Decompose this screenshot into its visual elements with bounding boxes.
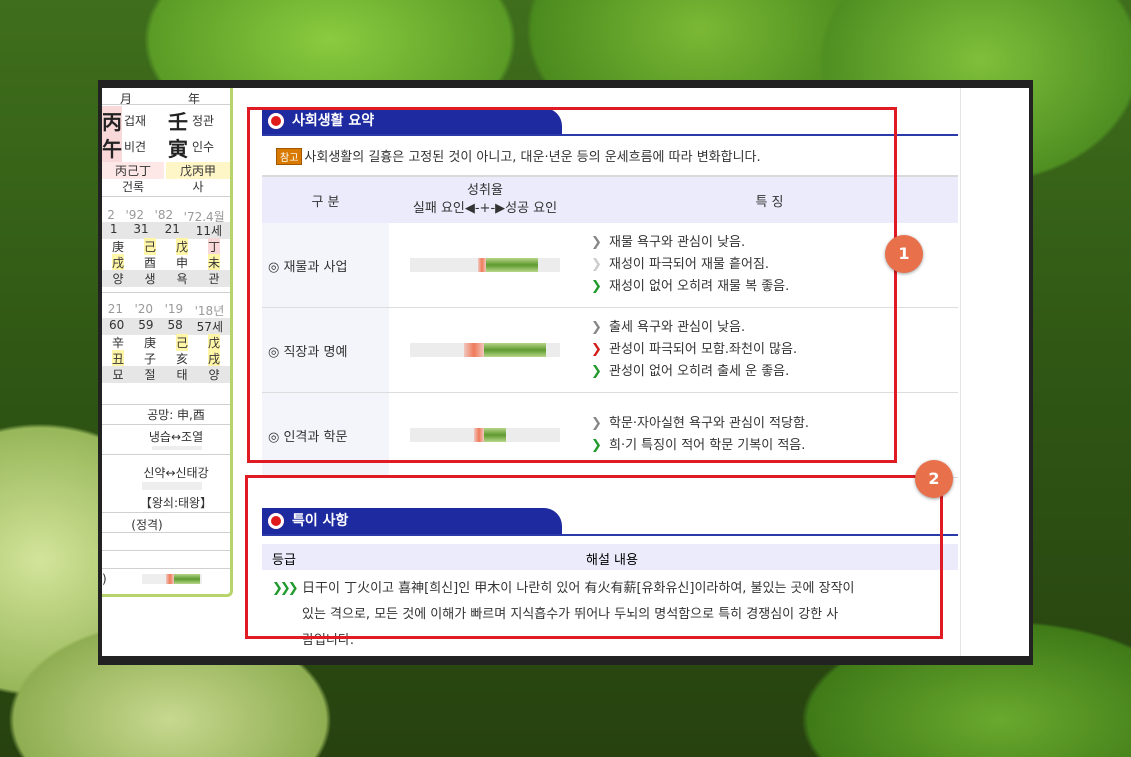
year-branch-role: 인수 <box>192 140 215 154</box>
seun-branches-row: 丑子亥戌 <box>111 350 220 367</box>
last-row-bar <box>142 574 202 584</box>
temperature-scale-label: 냉습↔조열 <box>148 430 204 444</box>
seun-stems-row: 辛庚己戊 <box>111 334 220 351</box>
month-stage: 건록 <box>121 180 145 194</box>
strength-bar <box>142 482 202 490</box>
daeun-stages-row: 양생욕관 <box>102 270 230 287</box>
gyeok-text: (정격) <box>131 518 163 532</box>
month-branch-role: 비견 <box>124 140 147 154</box>
daeun-stems-row: 庚己戊丁 <box>111 238 220 255</box>
callout-badge-2: 2 <box>915 460 953 498</box>
last-row-marker: ) <box>102 572 107 586</box>
year-stage: 사 <box>192 180 204 194</box>
highlight-box-2 <box>245 475 943 639</box>
strength-scale-label: 신약↔신태강 <box>143 466 209 480</box>
daeun-ages-row: 1 31 21 11세 <box>102 222 230 239</box>
seun-stages-row: 묘절태양 <box>102 366 230 383</box>
month-stem: 丙 <box>102 106 122 135</box>
daeun-branches-row: 戌酉申未 <box>111 254 220 271</box>
temperature-bar <box>152 446 202 450</box>
month-stem-role: 겁재 <box>124 114 147 128</box>
month-branch: 午 <box>102 133 122 162</box>
content-right-border <box>960 88 961 656</box>
seun-ages-row: 60 59 58 57세 <box>102 318 230 335</box>
year-stem-role: 정관 <box>192 114 215 128</box>
year-branch: 寅 <box>168 137 188 161</box>
gongmang-text: 공망: 申,酉 <box>147 408 205 422</box>
seun-years-row: 21'20'19'18년 <box>107 302 225 318</box>
highlight-box-1 <box>247 107 897 463</box>
callout-badge-1: 1 <box>885 235 923 273</box>
saju-side-panel: 月 年 丙 겁재 壬 정관 午 비견 寅 인수 丙己丁 戊丙甲 건록 사 2'9… <box>102 88 233 597</box>
year-stem: 壬 <box>168 110 188 134</box>
wangsoe-text: 【왕쇠:태왕】 <box>139 496 213 510</box>
year-hidden-stems: 戊丙甲 <box>166 162 230 179</box>
month-hidden-stems: 丙己丁 <box>102 162 164 179</box>
